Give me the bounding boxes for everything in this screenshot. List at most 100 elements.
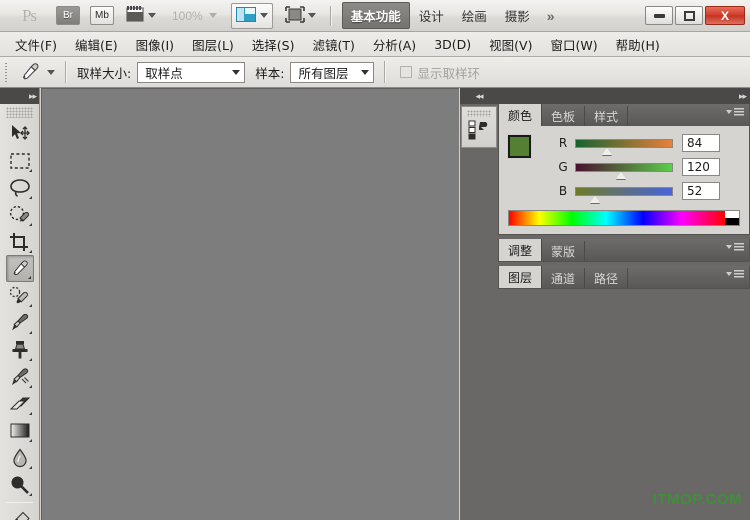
gradient-tool[interactable]	[6, 417, 34, 444]
options-bar-divider-2	[384, 61, 386, 83]
options-bar-grip[interactable]	[4, 61, 10, 83]
layers-panel-menu-button[interactable]	[726, 270, 744, 278]
menu-select[interactable]: 选择(S)	[243, 32, 304, 57]
quick-selection-tool[interactable]	[6, 201, 34, 228]
tab-swatches[interactable]: 色板	[542, 106, 585, 126]
layers-panel-tabs: 图层 通道 路径	[499, 266, 749, 288]
sample-chevron-down-icon	[361, 70, 369, 75]
menu-3d[interactable]: 3D(D)	[425, 34, 480, 55]
right-dock-header[interactable]: ▸▸	[498, 88, 750, 104]
dock-button-grip	[467, 110, 491, 117]
menu-layer[interactable]: 图层(L)	[183, 32, 243, 57]
workspace-more-button[interactable]: »	[547, 8, 555, 24]
red-slider-thumb[interactable]	[602, 148, 612, 155]
menu-file[interactable]: 文件(F)	[6, 32, 66, 57]
adjustments-panel-menu-button[interactable]	[726, 243, 744, 251]
sample-select[interactable]: 所有图层	[290, 62, 374, 83]
minimize-button[interactable]	[645, 6, 673, 25]
workspace-design[interactable]: 设计	[410, 2, 453, 29]
tab-color[interactable]: 颜色	[499, 104, 542, 126]
lasso-tool[interactable]	[6, 174, 34, 201]
green-slider-thumb[interactable]	[616, 172, 626, 179]
eraser-tool[interactable]	[6, 390, 34, 417]
tab-masks[interactable]: 蒙版	[542, 241, 585, 261]
workspace-photography[interactable]: 摄影	[496, 2, 539, 29]
green-slider[interactable]	[575, 163, 673, 172]
launch-mini-bridge-button[interactable]: Mb	[90, 6, 114, 25]
green-value-field[interactable]: 120	[682, 158, 720, 176]
brush-tool[interactable]	[6, 309, 34, 336]
red-slider[interactable]	[575, 139, 673, 148]
color-panel-menu-button[interactable]	[726, 108, 744, 116]
view-extras-button[interactable]	[126, 5, 156, 26]
blue-channel-row: B 52	[556, 182, 720, 200]
eyedropper-icon	[18, 61, 42, 83]
tab-paths[interactable]: 路径	[585, 268, 628, 288]
blue-slider[interactable]	[575, 187, 673, 196]
sample-label: 样本:	[255, 63, 284, 82]
menu-window[interactable]: 窗口(W)	[541, 32, 606, 57]
tab-channels[interactable]: 通道	[542, 268, 585, 288]
tab-adjustments[interactable]: 调整	[499, 239, 542, 261]
foreground-color-swatch[interactable]	[508, 135, 531, 158]
blue-slider-thumb[interactable]	[590, 196, 600, 203]
color-panel-group: 颜色 色板 样式 R	[498, 104, 750, 235]
red-channel-label: R	[556, 136, 570, 150]
menu-analysis[interactable]: 分析(A)	[364, 32, 425, 57]
tools-panel-header[interactable]: ▸▸	[0, 88, 39, 104]
launch-bridge-button[interactable]: Br	[56, 6, 80, 25]
menu-help[interactable]: 帮助(H)	[607, 32, 669, 57]
site-watermark: ITMOP.COM	[653, 491, 742, 508]
tab-layers[interactable]: 图层	[499, 266, 542, 288]
history-actions-dock-button[interactable]	[461, 106, 497, 148]
spectrum-white-black	[725, 211, 739, 225]
crop-tool[interactable]	[6, 228, 34, 255]
blue-value-field[interactable]: 52	[682, 182, 720, 200]
spot-healing-brush-tool[interactable]	[6, 282, 34, 309]
photoshop-window: Ps Br Mb 100%	[0, 0, 750, 520]
workspace-painting[interactable]: 绘画	[453, 2, 496, 29]
titlebar-divider	[330, 6, 332, 26]
dodge-tool[interactable]	[6, 471, 34, 498]
tool-flyout-indicator	[29, 331, 32, 334]
panel-menu-chevron-down-icon	[726, 110, 732, 114]
tools-panel: ▸▸	[0, 88, 40, 520]
sample-size-select[interactable]: 取样点	[137, 62, 245, 83]
zoom-chevron-down-icon[interactable]	[209, 13, 217, 18]
menu-view[interactable]: 视图(V)	[480, 32, 541, 57]
color-spectrum-bar[interactable]	[508, 210, 740, 226]
arrange-documents-button[interactable]	[285, 6, 316, 26]
menu-edit[interactable]: 编辑(E)	[66, 32, 127, 57]
show-sampling-ring-label: 显示取样环	[417, 63, 480, 82]
screen-mode-button[interactable]	[231, 3, 273, 29]
show-sampling-ring-checkbox[interactable]: 显示取样环	[400, 63, 480, 82]
collapsed-dock-header[interactable]: ◂◂	[460, 88, 498, 104]
workspace-essentials[interactable]: 基本功能	[342, 2, 410, 29]
red-value-field[interactable]: 84	[682, 134, 720, 152]
blur-tool[interactable]	[6, 444, 34, 471]
tool-flyout-indicator	[29, 439, 32, 442]
menu-image[interactable]: 图像(I)	[127, 32, 183, 57]
collapse-left-icon: ◂◂	[475, 91, 482, 102]
tab-styles[interactable]: 样式	[585, 106, 628, 126]
document-canvas-area[interactable]	[41, 88, 459, 520]
move-tool[interactable]	[6, 120, 34, 147]
panel-menu-icon	[734, 243, 744, 251]
tool-flyout-indicator	[29, 412, 32, 415]
close-button[interactable]: X	[705, 6, 745, 25]
spectrum-white	[725, 211, 739, 218]
pen-tool[interactable]	[6, 507, 34, 520]
tools-panel-grip[interactable]	[6, 107, 33, 118]
history-brush-tool[interactable]	[6, 363, 34, 390]
eyedropper-tool[interactable]	[6, 255, 34, 282]
menu-filter[interactable]: 滤镜(T)	[303, 32, 363, 57]
active-tool-preset-picker[interactable]	[18, 61, 55, 83]
restore-button[interactable]	[675, 6, 703, 25]
tool-flyout-indicator	[29, 250, 32, 253]
view-extras-chevron-down-icon	[148, 13, 156, 18]
clone-stamp-tool[interactable]	[6, 336, 34, 363]
rectangular-marquee-tool[interactable]	[6, 147, 34, 174]
spectrum-hues	[509, 211, 725, 225]
red-ramp	[575, 139, 673, 148]
window-controls: X	[643, 6, 745, 25]
